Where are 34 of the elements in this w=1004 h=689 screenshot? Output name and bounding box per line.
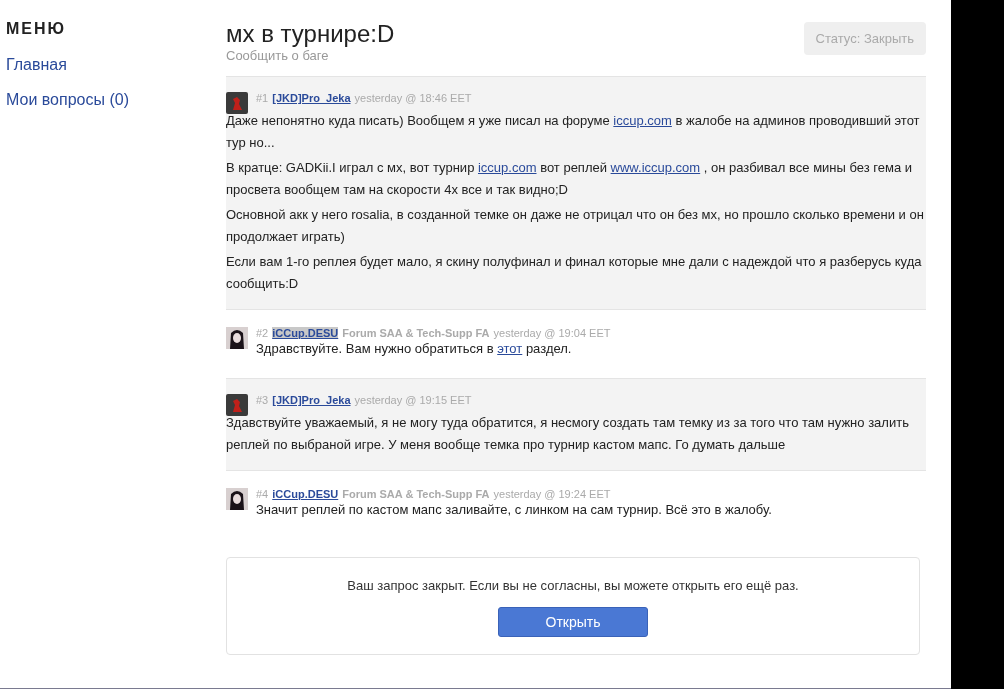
menu-heading: МЕНЮ [6, 20, 68, 38]
ticket-category: Сообщить о баге [226, 48, 330, 63]
avatar-icon [226, 488, 248, 510]
ticket-title: мх в турнире:D [226, 20, 395, 48]
post-text: Если вам 1-го реплея будет мало, я скину полуфинал и финал которые мне дали с надеждой что я разберусь куда сообщить:D [226, 253, 923, 293]
author-role: Forum SAA & Tech-Supp FA [342, 488, 490, 500]
author-link[interactable]: [JKD]Pro_Jeka [272, 394, 351, 406]
text-link[interactable]: iccup.com [613, 113, 672, 128]
post-time: yesterday @ 19:15 EET [354, 394, 472, 406]
post-text: В кратце: GADKii.I играл с мх, вот турнир iccup.com вот реплей www.iccup.com , он разбивал все мины без гема и просвета вообщем там на скорости 4х все и так видно;D [226, 159, 914, 199]
post-text: Значит реплей по кастом мапс заливайте, с линком на сам турнир. Всё это в жалобу. [256, 501, 773, 519]
notice-text: Ваш запрос закрыт. Если вы не согласны, вы можете открыть его ещё раз. [347, 578, 799, 593]
post-number: #3 [256, 394, 269, 406]
post-number: #4 [256, 488, 269, 500]
menu-link[interactable]: Главная [6, 56, 67, 74]
author-link[interactable]: [JKD]Pro_Jeka [272, 92, 351, 104]
post-time: yesterday @ 19:24 EET [493, 488, 611, 500]
author-link[interactable]: iCCup.DESU [272, 327, 339, 339]
post-time: yesterday @ 19:04 EET [493, 327, 611, 339]
text-link[interactable]: iccup.com [478, 160, 537, 175]
post-time: yesterday @ 18:46 EET [354, 92, 472, 104]
post-text: Здравствуйте. Вам нужно обратиться в этот раздел. [256, 340, 573, 358]
text-link[interactable]: www.iccup.com [610, 160, 701, 175]
author-link[interactable]: iCCup.DESU [272, 488, 339, 500]
post-text: Основной акк у него rosalia, в созданной темке он даже не отрицал что он без мх, но прошло сколько времени и он продолжает играть) [226, 206, 925, 246]
text-link[interactable]: этот [497, 341, 523, 356]
menu-link[interactable]: Мои вопросы (0) [6, 91, 129, 109]
post-number: #1 [256, 92, 269, 104]
post-number: #2 [256, 327, 269, 339]
post-text: Здавствуйте уважаемый, я не могу туда обратится, я несмогу создать там темку из за того что там нужно залить реплей по выбраной игре. У меня вообще темка про турнир кастом мапс. Го думать дальше [226, 414, 910, 454]
open-button[interactable]: Открыть [498, 607, 648, 637]
post-text: Даже непонятно куда писать) Вообщем я уже писал на форуме iccup.com в жалобе на админов проводивший этот тур но... [226, 112, 921, 152]
author-role: Forum SAA & Tech-Supp FA [342, 327, 490, 339]
avatar-icon [226, 327, 248, 349]
